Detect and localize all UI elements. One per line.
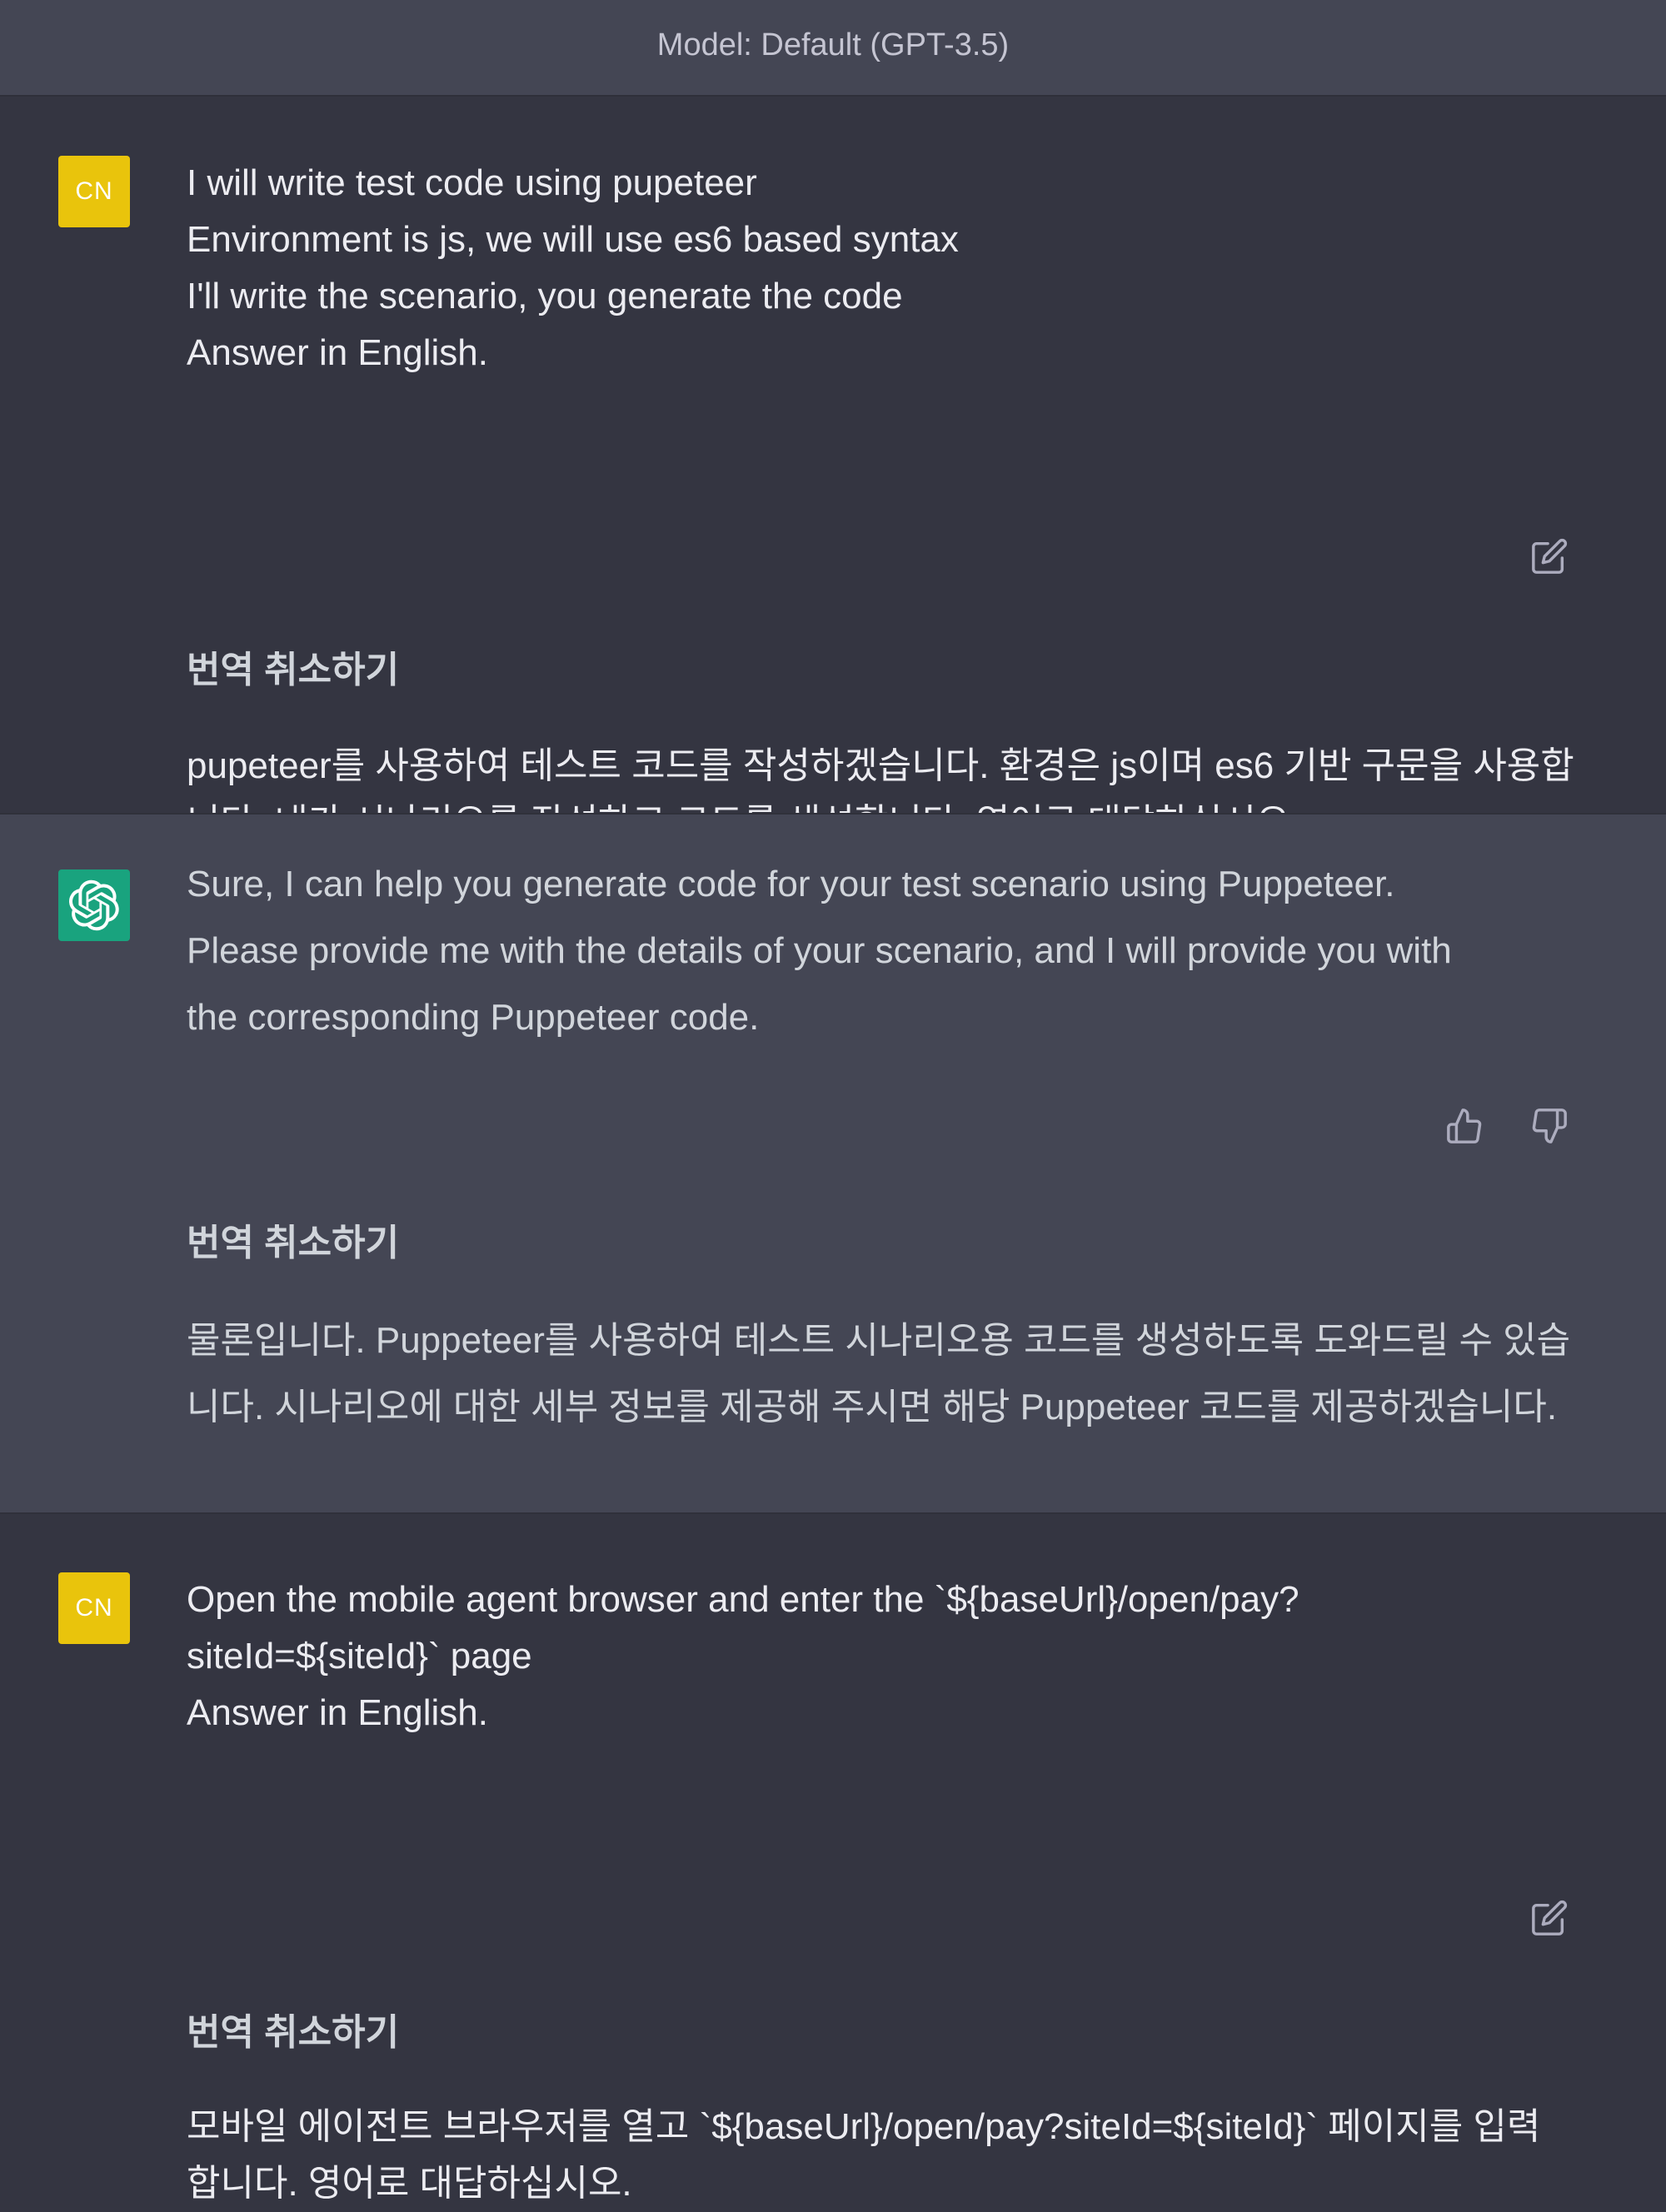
message-line: I'll write the scenario, you generate th… (187, 276, 903, 316)
message-line: Open the mobile agent browser and enter … (187, 1579, 1299, 1620)
translation-line: 물론입니다. Puppeteer를 사용하여 테스트 시나리오용 코드를 생성하… (187, 1320, 1571, 1361)
edit-icon (1532, 1900, 1568, 1936)
thumbs-down-button[interactable] (1526, 1103, 1573, 1149)
translation-text: 물론입니다. Puppeteer를 사용하여 테스트 시나리오용 코드를 생성하… (187, 1308, 1586, 1441)
message-assistant: Sure, I can help you generate code for y… (0, 813, 1666, 1514)
message-line: Answer in English. (187, 1692, 488, 1733)
cancel-translation-button[interactable]: 번역 취소하기 (187, 1213, 399, 1266)
user-avatar: CN (58, 1572, 130, 1644)
model-label: Model: Default (GPT-3.5) (656, 27, 1010, 62)
message-user: CN I will write test code using pupeteer… (0, 97, 1666, 843)
translation-line: 니다. 시나리오에 대한 세부 정보를 제공해 주시면 해당 Puppeteer… (187, 1387, 1558, 1427)
thumbs-up-icon (1447, 1108, 1482, 1143)
translation-text: 모바일 에이전트 브라우저를 열고 `${baseUrl}/open/pay?s… (187, 2099, 1586, 2212)
translation-line: 모바일 에이전트 브라우저를 열고 `${baseUrl}/open/pay?s… (187, 2106, 1541, 2147)
message-line: siteId=${siteId}` page (187, 1636, 532, 1676)
edit-icon (1532, 538, 1568, 574)
translation-line: pupeteer를 사용하여 테스트 코드를 작성하겠습니다. 환경은 js이며… (187, 745, 1574, 786)
message-user: CN Open the mobile agent browser and ent… (0, 1514, 1666, 2204)
assistant-avatar (58, 869, 130, 941)
avatar-initials: CN (75, 177, 113, 205)
translation-line: 합니다. 영어로 대답하십시오. (187, 2163, 632, 2204)
message-line: Please provide me with the details of yo… (187, 930, 1452, 971)
message-line: Sure, I can help you generate code for y… (187, 864, 1395, 904)
message-line: I will write test code using pupeteer (187, 162, 757, 203)
edit-button[interactable] (1526, 533, 1573, 580)
cancel-translation-button[interactable]: 번역 취소하기 (187, 640, 399, 693)
cancel-translation-button[interactable]: 번역 취소하기 (187, 2002, 399, 2055)
avatar-initials: CN (75, 1594, 113, 1622)
message-text: Sure, I can help you generate code for y… (187, 851, 1586, 1051)
message-line: Answer in English. (187, 332, 488, 373)
top-bar: Model: Default (GPT-3.5) (0, 0, 1666, 97)
message-line: Environment is js, we will use es6 based… (187, 219, 959, 260)
thumbs-down-icon (1532, 1108, 1567, 1143)
message-text: I will write test code using pupeteer En… (187, 155, 1586, 381)
user-avatar: CN (58, 156, 130, 227)
message-text: Open the mobile agent browser and enter … (187, 1572, 1586, 1741)
openai-logo-icon (69, 879, 119, 931)
thumbs-up-button[interactable] (1441, 1103, 1488, 1149)
message-line: the corresponding Puppeteer code. (187, 997, 760, 1038)
edit-button[interactable] (1526, 1895, 1573, 1941)
